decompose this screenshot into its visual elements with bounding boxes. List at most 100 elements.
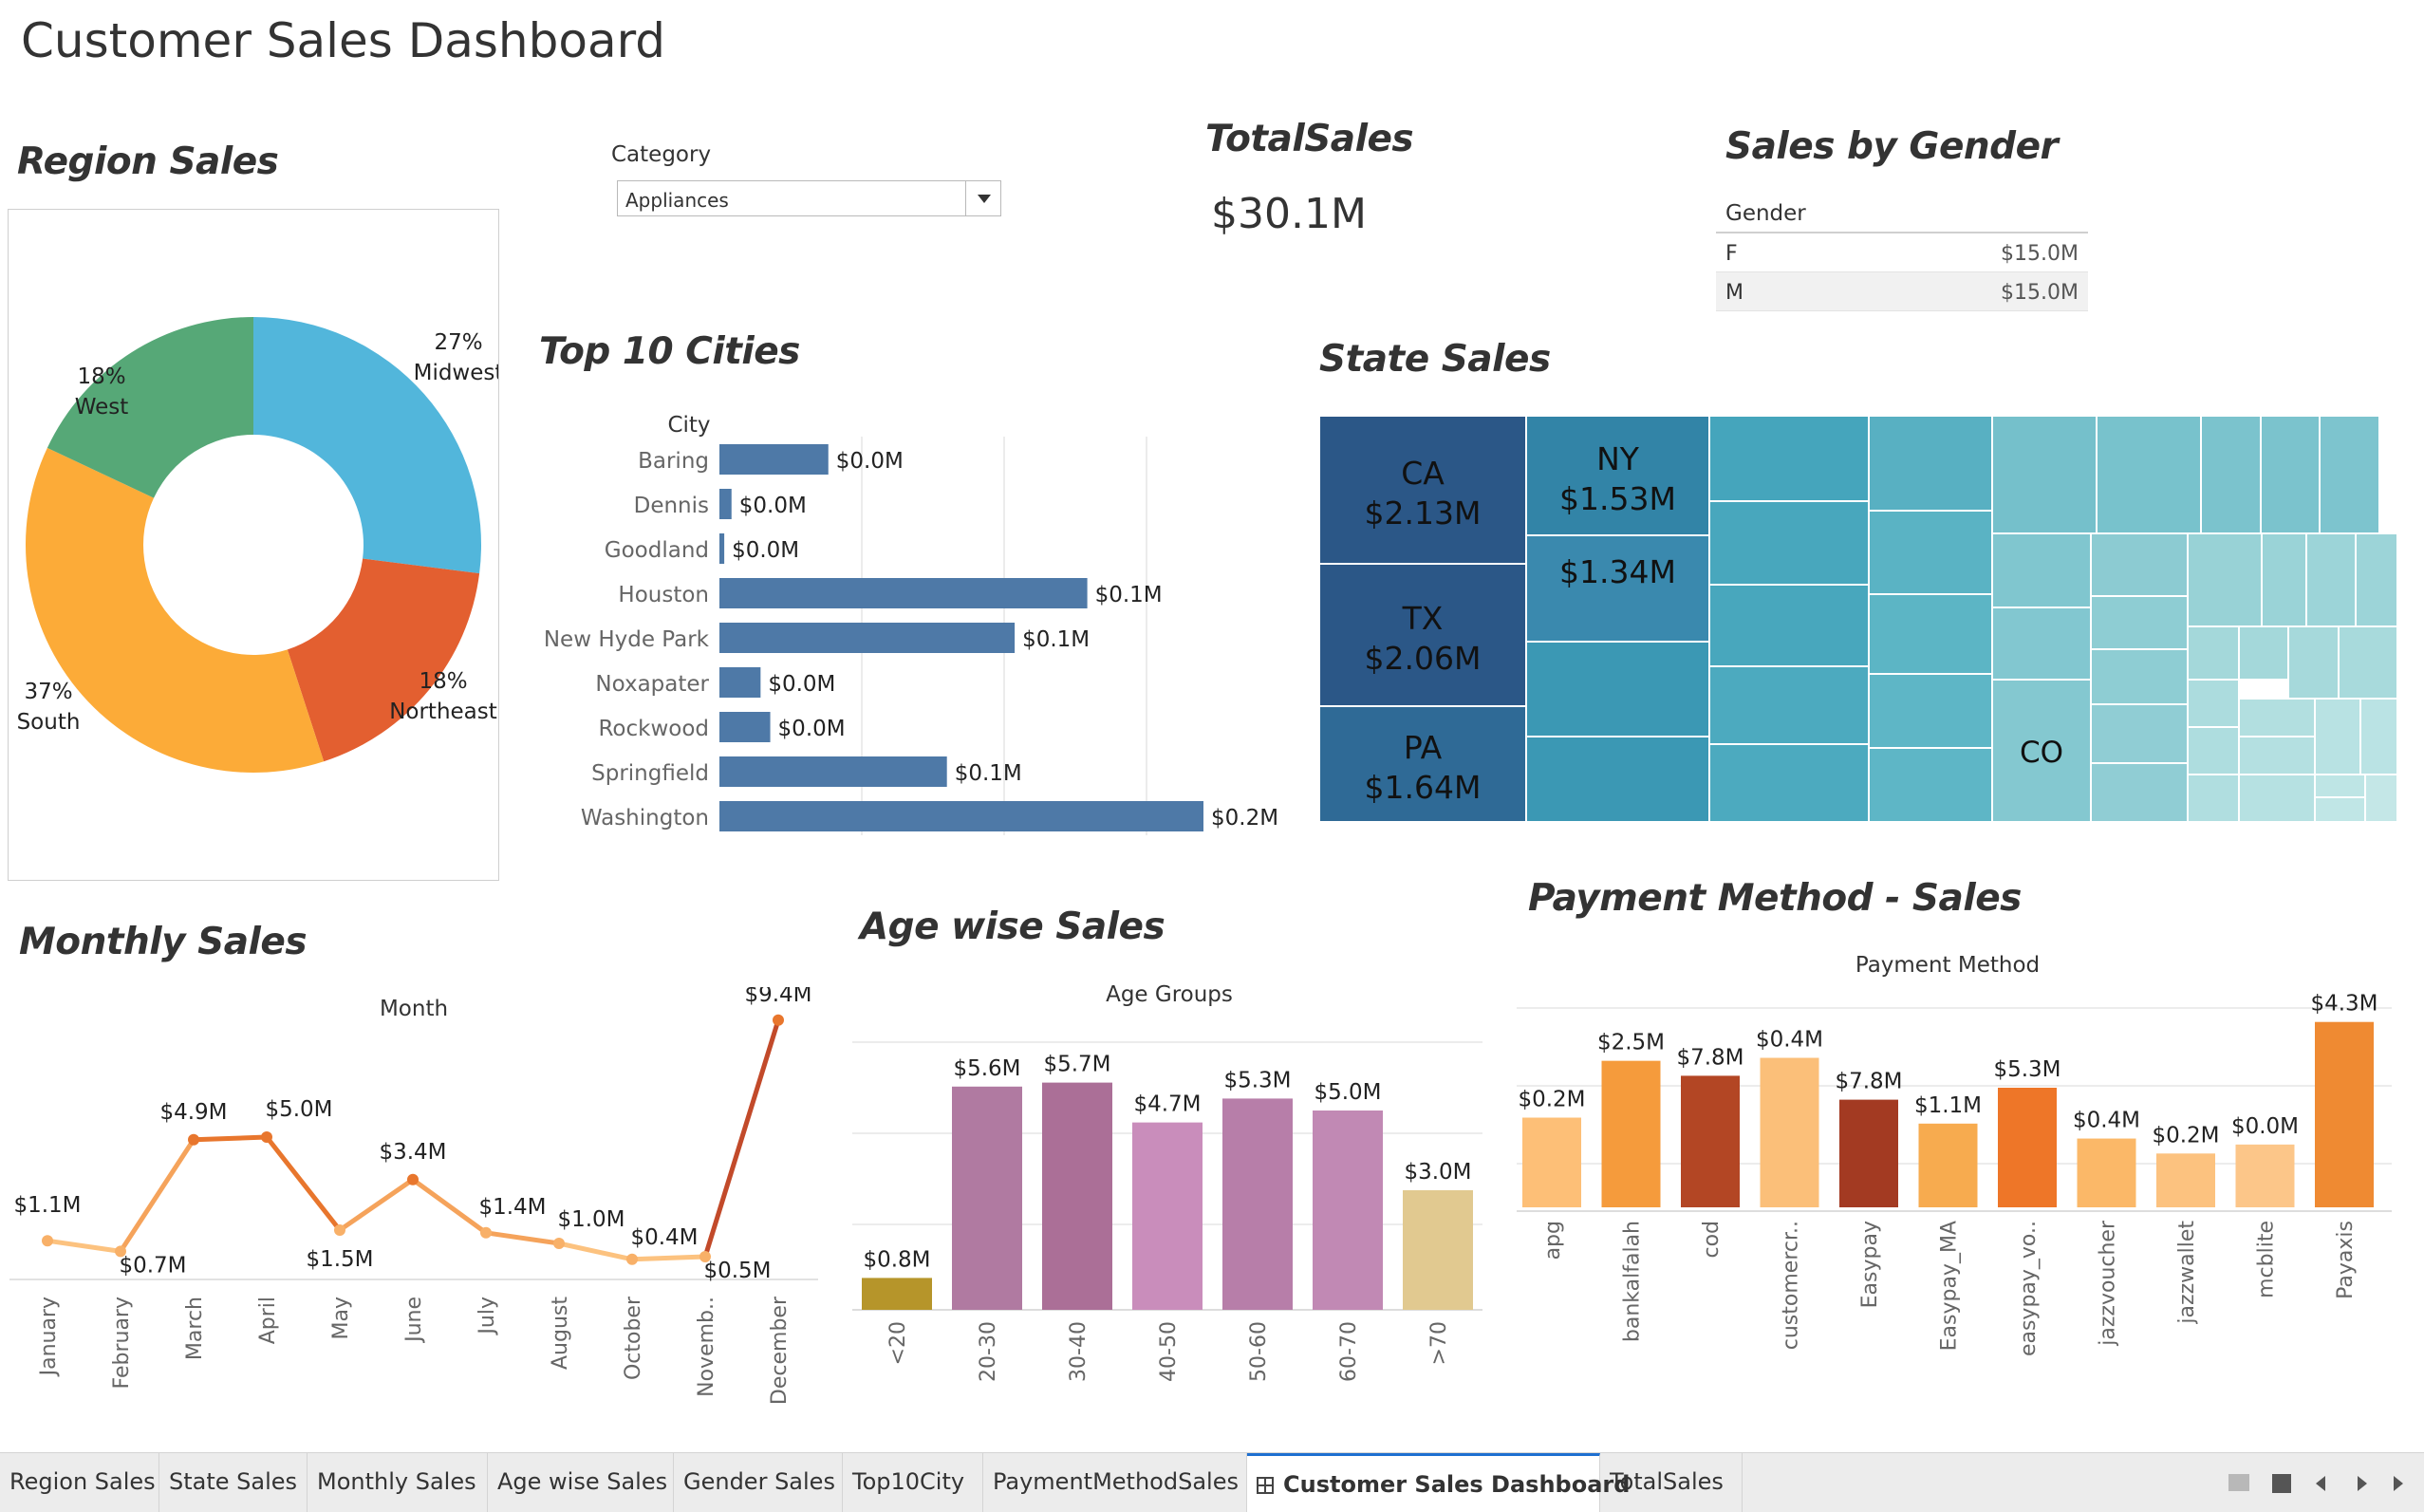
age-bar[interactable]: [952, 1086, 1022, 1310]
payment-bar[interactable]: [1522, 1117, 1581, 1208]
chevron-down-icon[interactable]: [965, 181, 1000, 215]
payment-bar[interactable]: [2077, 1138, 2136, 1207]
state-tile[interactable]: [1525, 641, 1710, 737]
donut-slice[interactable]: [253, 317, 481, 574]
state-tile[interactable]: [2314, 774, 2366, 798]
payment-bar[interactable]: [1918, 1123, 1978, 1207]
age-bar[interactable]: [1222, 1098, 1293, 1310]
filmstrip-view-icon[interactable]: [2228, 1474, 2249, 1491]
city-bar[interactable]: [719, 444, 829, 475]
data-point[interactable]: [480, 1226, 492, 1239]
age-sales-chart[interactable]: Age Groups $0.8M <20 $5.6M 20-30 $5.7M 30-40 $4…: [845, 974, 1490, 1391]
scroll-right-icon[interactable]: [2358, 1476, 2367, 1491]
state-tile[interactable]: [1868, 416, 1993, 512]
state-tile[interactable]: [2355, 532, 2397, 627]
state-tile[interactable]: [1991, 532, 2092, 608]
tab-payment-method-sales[interactable]: PaymentMethodSales: [983, 1453, 1247, 1512]
city-bar[interactable]: [719, 489, 732, 519]
city-bar[interactable]: [719, 712, 771, 742]
state-tile[interactable]: [2314, 796, 2366, 822]
data-point[interactable]: [334, 1224, 345, 1236]
tab-state-sales[interactable]: State Sales: [159, 1453, 308, 1512]
state-tile[interactable]: [1991, 607, 2092, 681]
city-bar[interactable]: [719, 623, 1016, 653]
tab-age-wise-sales[interactable]: Age wise Sales: [488, 1453, 674, 1512]
top-cities-chart[interactable]: City Baring $0.0M Dennis $0.0M Goodland $0.0M H…: [531, 399, 1291, 845]
state-tile[interactable]: [1708, 500, 1870, 586]
tab-top10city[interactable]: Top10City: [843, 1453, 983, 1512]
tab-total-sales[interactable]: TotalSales: [1600, 1453, 1743, 1512]
table-row[interactable]: M $15.0M: [1716, 272, 2088, 311]
state-tile[interactable]: [1868, 510, 1993, 595]
tab-region-sales[interactable]: Region Sales: [0, 1453, 159, 1512]
donut-slice[interactable]: [287, 558, 480, 762]
city-bar[interactable]: [719, 756, 947, 787]
age-bar[interactable]: [1132, 1122, 1203, 1310]
state-tile[interactable]: [1868, 747, 1993, 822]
state-tile[interactable]: [2187, 726, 2240, 775]
state-tile[interactable]: [2359, 698, 2397, 775]
state-tile[interactable]: [2260, 416, 2321, 534]
city-bar[interactable]: [719, 578, 1088, 608]
state-tile[interactable]: [2338, 625, 2397, 700]
data-point[interactable]: [626, 1253, 638, 1265]
state-tile[interactable]: [1868, 593, 1993, 675]
payment-method-chart[interactable]: Payment Method $0.2M apg $2.5M bankalfalah $7…: [1509, 945, 2405, 1382]
state-tile[interactable]: [2305, 532, 2357, 627]
state-tile[interactable]: [2096, 416, 2202, 534]
scroll-last-icon[interactable]: [2394, 1476, 2403, 1491]
state-tile[interactable]: [2090, 648, 2189, 705]
state-tile[interactable]: [2261, 532, 2307, 627]
age-bar[interactable]: [1403, 1190, 1473, 1310]
state-tile[interactable]: [1991, 416, 2098, 534]
state-tile[interactable]: [2187, 679, 2240, 728]
state-tile[interactable]: [1868, 673, 1993, 749]
payment-bar[interactable]: [1601, 1060, 1661, 1207]
state-tile[interactable]: [2238, 698, 2316, 737]
show-tabs-icon[interactable]: [2272, 1474, 2291, 1493]
state-tile[interactable]: [1525, 736, 1710, 822]
table-row[interactable]: F $15.0M: [1716, 233, 2088, 272]
payment-bar[interactable]: [2156, 1153, 2215, 1207]
age-bar[interactable]: [1042, 1082, 1112, 1310]
state-tile[interactable]: [2319, 416, 2380, 534]
age-bar[interactable]: [1313, 1111, 1383, 1310]
tab-monthly-sales[interactable]: Monthly Sales: [308, 1453, 488, 1512]
data-point[interactable]: [553, 1238, 565, 1249]
state-tile[interactable]: [2187, 532, 2263, 627]
region-donut-chart[interactable]: 27% Midwest 18% Northeast 37% South 18% West: [9, 210, 503, 880]
state-tile[interactable]: [2287, 625, 2340, 700]
state-tile[interactable]: [2364, 774, 2397, 822]
state-tile[interactable]: [1708, 743, 1870, 822]
payment-bar[interactable]: [1681, 1075, 1740, 1207]
payment-bar[interactable]: [2235, 1144, 2295, 1207]
state-tile[interactable]: [1708, 665, 1870, 745]
state-tile[interactable]: [2090, 532, 2189, 597]
payment-bar[interactable]: [1998, 1088, 2057, 1207]
state-tile[interactable]: [2187, 625, 2240, 681]
state-tile[interactable]: [2090, 703, 2189, 764]
state-tile[interactable]: [1708, 416, 1870, 502]
state-tile[interactable]: [2187, 774, 2240, 822]
payment-bar[interactable]: [2315, 1021, 2374, 1207]
state-tile[interactable]: [2238, 625, 2289, 681]
tab-customer-sales-dashboard[interactable]: Customer Sales Dashboard: [1247, 1453, 1630, 1512]
scroll-left-icon[interactable]: [2316, 1476, 2325, 1491]
state-tile[interactable]: [2200, 416, 2262, 534]
state-sales-treemap[interactable]: CA$2.13M TX$2.06M PA$1.64M NY$1.53M $1.34M CO: [1319, 416, 2397, 822]
state-tile[interactable]: [2238, 774, 2316, 822]
city-bar[interactable]: [719, 801, 1203, 831]
state-tile[interactable]: [2090, 762, 2189, 822]
state-tile[interactable]: [2090, 595, 2189, 650]
data-point[interactable]: [42, 1235, 53, 1247]
tab-gender-sales[interactable]: Gender Sales: [674, 1453, 843, 1512]
state-tile[interactable]: [2238, 736, 2316, 775]
payment-bar[interactable]: [1839, 1099, 1898, 1207]
data-point[interactable]: [773, 1014, 784, 1026]
state-tile[interactable]: [2314, 698, 2361, 775]
age-bar[interactable]: [862, 1278, 932, 1310]
monthly-sales-chart[interactable]: Month $1.1M January $0.7M February $4.9M March…: [0, 987, 835, 1405]
data-point[interactable]: [188, 1133, 199, 1146]
city-bar[interactable]: [719, 667, 761, 698]
state-tile[interactable]: [1708, 584, 1870, 667]
